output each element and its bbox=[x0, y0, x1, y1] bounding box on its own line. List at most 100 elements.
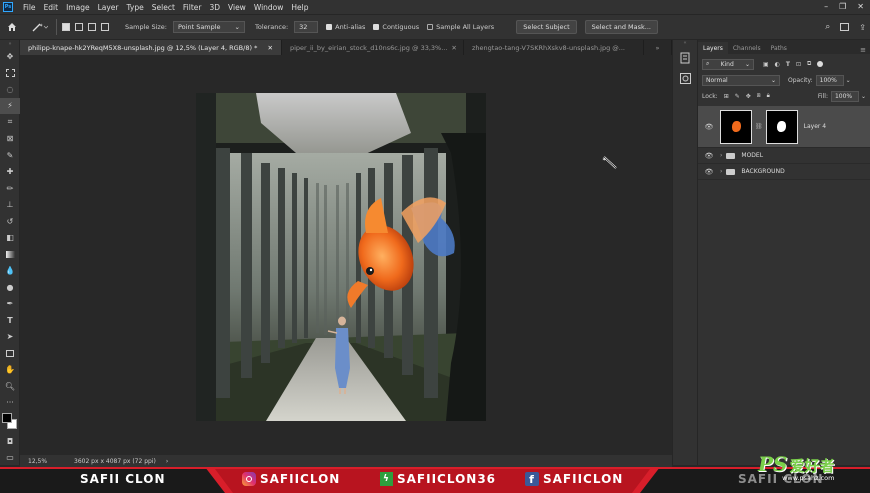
magic-wand-preset-icon[interactable]: ✶ bbox=[30, 21, 50, 33]
eyedropper-tool-icon[interactable]: ✎ bbox=[0, 147, 20, 164]
layer-row-model[interactable]: 👁︎ › MODEL bbox=[698, 148, 870, 164]
document-canvas[interactable] bbox=[196, 93, 486, 421]
workspace-icon[interactable] bbox=[840, 23, 850, 31]
chevron-down-icon[interactable]: ⌄ bbox=[846, 77, 851, 84]
collapse-dock-icon[interactable]: « bbox=[673, 40, 697, 48]
banner-facebook[interactable]: f SAFIICLON bbox=[525, 472, 623, 486]
tab-piper-ii[interactable]: piper_ii_by_eirian_stock_d10ns6c.jpg @ 3… bbox=[282, 40, 464, 55]
add-to-selection-icon[interactable] bbox=[75, 23, 83, 31]
tolerance-input[interactable]: 32 bbox=[294, 21, 319, 33]
canvas-area[interactable]: ✶ bbox=[20, 55, 672, 455]
lock-artboard-icon[interactable]: ⧈ bbox=[757, 92, 761, 100]
filter-pixel-icon[interactable]: ▣ bbox=[763, 61, 769, 68]
panel-menu-icon[interactable]: ≡ bbox=[860, 46, 870, 54]
sample-size-select[interactable]: Point Sample ⌄ bbox=[172, 21, 245, 33]
sample-all-layers-checkbox[interactable]: Sample All Layers bbox=[427, 23, 494, 31]
layer-row-layer-4[interactable]: 👁︎ ⛓︎ Layer 4 bbox=[698, 106, 870, 148]
tab-layers[interactable]: Layers bbox=[698, 42, 728, 54]
blur-tool-icon[interactable]: 💧 bbox=[0, 263, 20, 280]
menu-help[interactable]: Help bbox=[287, 3, 312, 12]
opacity-input[interactable]: 100% bbox=[815, 74, 844, 86]
close-icon[interactable]: ✕ bbox=[264, 44, 273, 52]
layer-row-background[interactable]: 👁︎ › BACKGROUND bbox=[698, 164, 870, 180]
zoom-tool-icon[interactable]: 🔍︎ bbox=[0, 378, 20, 395]
select-subject-button[interactable]: Select Subject bbox=[516, 20, 577, 34]
chevron-down-icon[interactable]: ⌄ bbox=[861, 93, 866, 100]
close-icon[interactable]: ✕ bbox=[447, 44, 456, 52]
menu-select[interactable]: Select bbox=[148, 3, 179, 12]
move-tool-icon[interactable]: ✥ bbox=[0, 48, 20, 65]
visibility-eye-icon[interactable]: 👁︎ bbox=[698, 123, 720, 131]
crop-tool-icon[interactable]: ⌗ bbox=[0, 114, 20, 131]
menu-type[interactable]: Type bbox=[123, 3, 148, 12]
subtract-selection-icon[interactable] bbox=[88, 23, 96, 31]
menu-window[interactable]: Window bbox=[250, 3, 288, 12]
new-selection-icon[interactable] bbox=[62, 23, 70, 31]
magic-wand-tool-icon[interactable]: ⚡ bbox=[0, 97, 20, 114]
eraser-tool-icon[interactable]: ◧ bbox=[0, 230, 20, 247]
brush-tool-icon[interactable]: ✏ bbox=[0, 180, 20, 197]
anti-alias-checkbox[interactable]: Anti-alias bbox=[326, 23, 365, 31]
zoom-level[interactable]: 12,5% bbox=[28, 458, 70, 465]
pen-tool-icon[interactable]: ✒ bbox=[0, 296, 20, 313]
filter-type-icon[interactable]: T bbox=[786, 61, 790, 68]
contiguous-checkbox[interactable]: Contiguous bbox=[373, 23, 419, 31]
close-icon[interactable]: ✕ bbox=[857, 2, 864, 11]
properties-icon[interactable] bbox=[673, 48, 697, 68]
layer-mask-thumbnail[interactable] bbox=[765, 109, 798, 144]
tab-paths[interactable]: Paths bbox=[766, 42, 792, 54]
chevron-right-icon[interactable]: › bbox=[720, 168, 722, 175]
search-icon[interactable]: ⌕ bbox=[825, 22, 830, 32]
share-icon[interactable]: ⇪ bbox=[859, 23, 866, 32]
marquee-tool-icon[interactable] bbox=[0, 65, 20, 82]
menu-file[interactable]: File bbox=[19, 3, 40, 12]
rectangle-tool-icon[interactable] bbox=[0, 345, 20, 362]
menu-view[interactable]: View bbox=[224, 3, 250, 12]
tab-philipp-knape[interactable]: philipp-knape-hk2YReqM5X8-unsplash.jpg @… bbox=[20, 40, 282, 55]
screen-mode-icon[interactable]: ▭ bbox=[0, 450, 20, 467]
frame-tool-icon[interactable]: ⊠ bbox=[0, 131, 20, 148]
color-swatches[interactable] bbox=[0, 411, 20, 433]
select-and-mask-button[interactable]: Select and Mask... bbox=[584, 20, 658, 34]
filter-toggle-icon[interactable] bbox=[817, 61, 824, 67]
chevron-right-icon[interactable]: › bbox=[720, 152, 722, 159]
tab-channels[interactable]: Channels bbox=[728, 42, 766, 54]
clone-stamp-tool-icon[interactable]: ⊥ bbox=[0, 197, 20, 214]
chevron-right-icon[interactable]: › bbox=[166, 458, 168, 465]
lock-all-icon[interactable]: 🔒︎ bbox=[767, 92, 770, 100]
menu-layer[interactable]: Layer bbox=[94, 3, 123, 12]
path-selection-tool-icon[interactable]: ➤ bbox=[0, 329, 20, 346]
restore-icon[interactable]: ❐ bbox=[839, 2, 846, 11]
lock-transparent-icon[interactable]: ⊞ bbox=[724, 93, 729, 100]
adjustments-icon[interactable] bbox=[673, 68, 697, 88]
type-tool-icon[interactable]: T bbox=[0, 312, 20, 329]
banner-instagram[interactable]: SAFIICLON bbox=[242, 472, 340, 486]
dodge-tool-icon[interactable]: ● bbox=[0, 279, 20, 296]
more-tools-icon[interactable]: ··· bbox=[0, 395, 20, 412]
menu-image[interactable]: Image bbox=[62, 3, 94, 12]
filter-kind-select[interactable]: ⌕ Kind ⌄ bbox=[702, 58, 754, 70]
intersect-selection-icon[interactable] bbox=[101, 23, 109, 31]
more-tabs-icon[interactable]: » bbox=[644, 40, 672, 55]
foreground-color-icon[interactable] bbox=[2, 413, 12, 423]
healing-brush-tool-icon[interactable]: ✚ bbox=[0, 164, 20, 181]
menu-filter[interactable]: Filter bbox=[179, 3, 206, 12]
fill-input[interactable]: 100% bbox=[830, 90, 859, 102]
minimize-icon[interactable]: – bbox=[824, 2, 828, 11]
menu-edit[interactable]: Edit bbox=[40, 3, 63, 12]
quick-mask-icon[interactable]: ◘ bbox=[0, 433, 20, 450]
tab-zhengtao-tang[interactable]: zhengtao-tang-V7SKRhXskv8-unsplash.jpg @… bbox=[464, 40, 644, 55]
history-brush-tool-icon[interactable]: ↺ bbox=[0, 213, 20, 230]
lasso-tool-icon[interactable]: ◌ bbox=[0, 81, 20, 98]
banner-website[interactable]: ϟ SAFIICLON36 bbox=[380, 472, 496, 486]
visibility-eye-icon[interactable]: 👁︎ bbox=[698, 168, 720, 176]
filter-adjustment-icon[interactable]: ◐ bbox=[775, 61, 780, 68]
lock-position-icon[interactable]: ✥ bbox=[746, 93, 751, 100]
blend-mode-select[interactable]: Normal ⌄ bbox=[702, 74, 780, 86]
hand-tool-icon[interactable]: ✋ bbox=[0, 362, 20, 379]
lock-pixels-icon[interactable]: ✎ bbox=[735, 93, 740, 100]
filter-smart-object-icon[interactable]: ⧉ bbox=[807, 60, 811, 68]
visibility-eye-icon[interactable]: 👁︎ bbox=[698, 152, 720, 160]
collapse-icon[interactable]: » bbox=[0, 40, 20, 48]
filter-shape-icon[interactable]: ⊡ bbox=[796, 61, 801, 68]
